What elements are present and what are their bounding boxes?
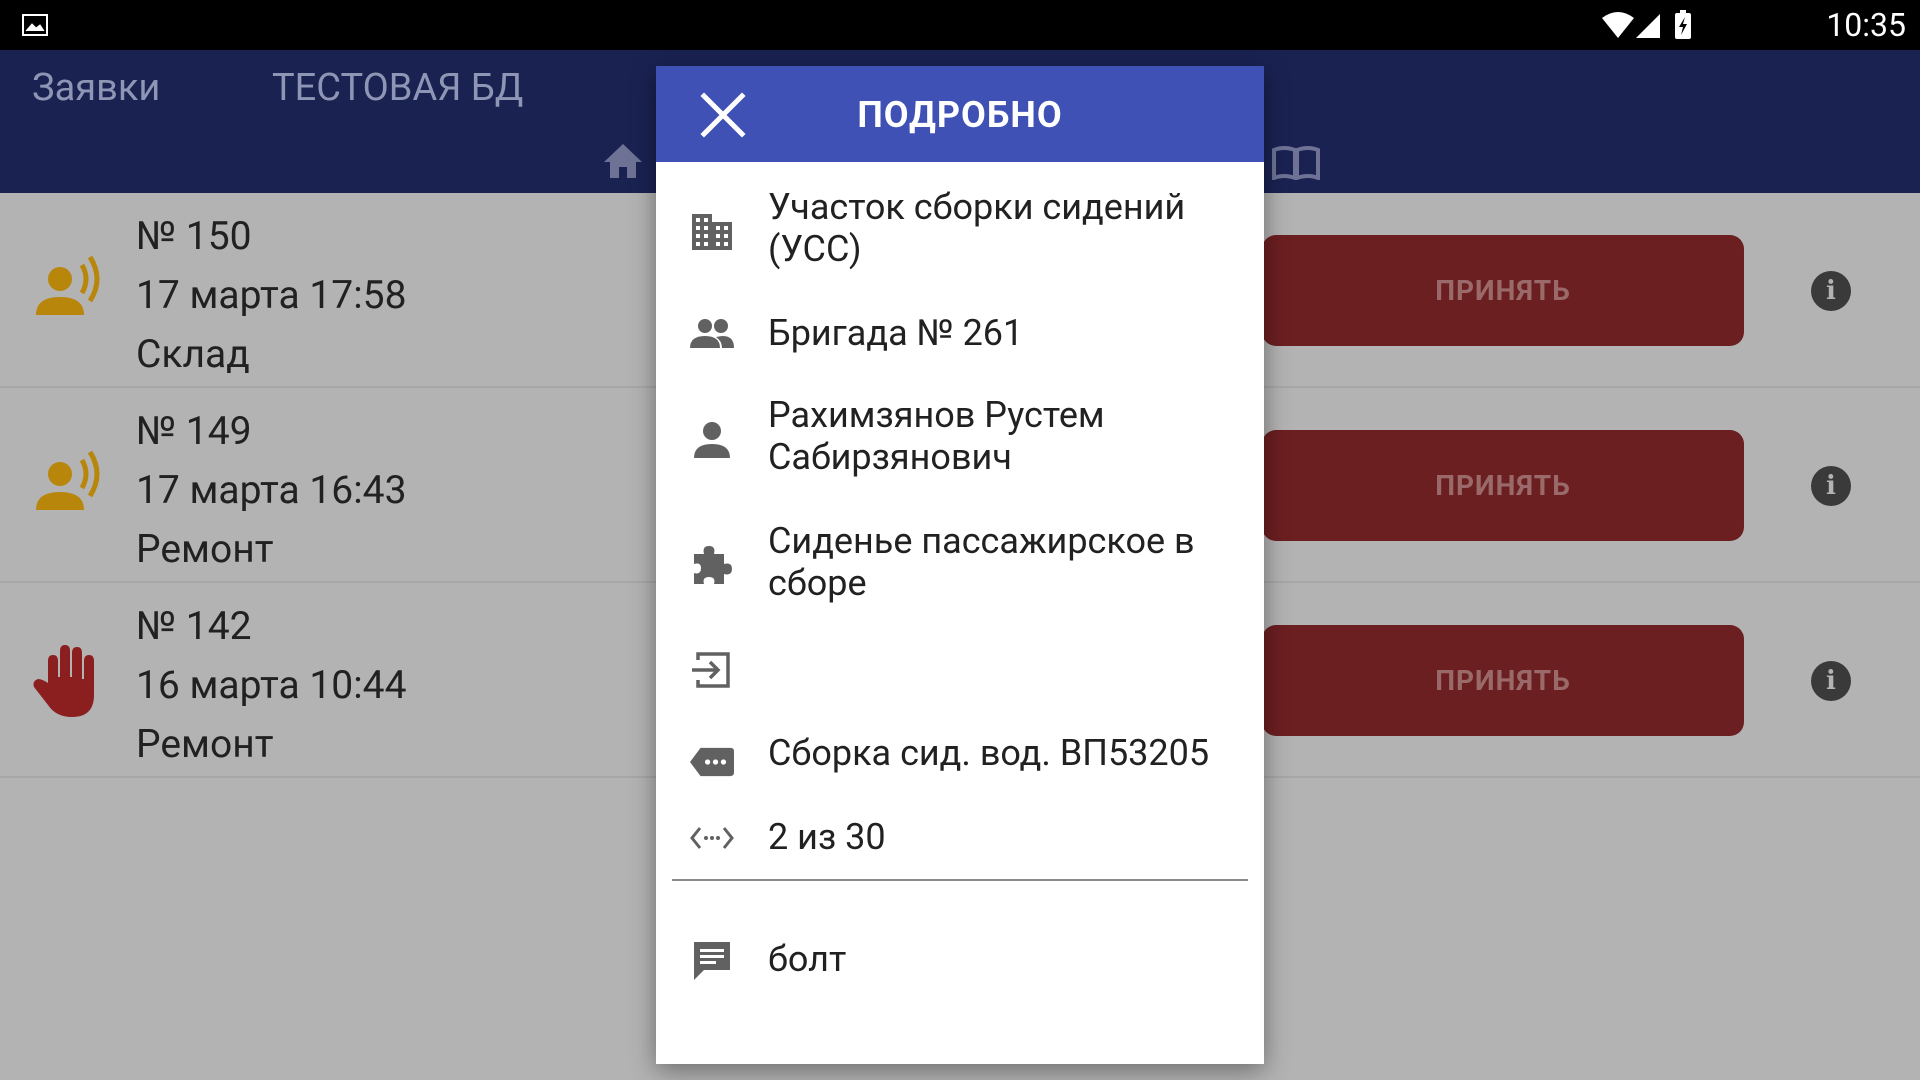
dialog-title: ПОДРОБНО <box>857 94 1063 136</box>
call-operator-icon <box>36 255 100 315</box>
info-icon[interactable]: i <box>1811 661 1851 701</box>
stop-hand-icon <box>33 645 94 717</box>
status-bar: 10:35 <box>0 0 1920 50</box>
request-datetime: 16 марта 10:44 <box>136 662 407 708</box>
home-icon[interactable] <box>602 142 644 180</box>
tab-test-db[interactable]: ТЕСТОВАЯ БД <box>272 66 523 110</box>
request-datetime: 17 марта 17:58 <box>136 272 407 318</box>
request-datetime: 17 марта 16:43 <box>136 467 407 513</box>
person-icon <box>694 422 730 458</box>
accept-button[interactable]: ПРИНЯТЬ <box>1262 430 1744 541</box>
operation-name: Сборка сид. вод. ВП53205 <box>768 732 1210 774</box>
info-icon[interactable]: i <box>1811 271 1851 311</box>
group-icon <box>690 319 734 348</box>
accept-button[interactable]: ПРИНЯТЬ <box>1262 235 1744 346</box>
accept-button[interactable]: ПРИНЯТЬ <box>1262 625 1744 736</box>
comment-icon <box>694 942 730 980</box>
request-number: № 142 <box>136 603 252 649</box>
request-type: Ремонт <box>136 526 274 572</box>
code-dots-icon <box>690 827 734 849</box>
request-info: № 150 17 марта 17:58 Склад <box>136 207 407 384</box>
dialog-header: ПОДРОБНО <box>656 66 1264 162</box>
details-dialog: ПОДРОБНО Участок сборки сидений (УСС) Бр… <box>656 66 1264 1064</box>
request-number: № 149 <box>136 408 252 454</box>
tab-requests[interactable]: Заявки <box>32 66 160 110</box>
request-type: Склад <box>136 331 250 377</box>
label-tag-icon <box>690 747 734 777</box>
system-status-icons <box>1602 10 1691 39</box>
part-name: Сиденье пассажирское в сборе <box>768 520 1195 604</box>
status-clock: 10:35 <box>1826 6 1906 44</box>
section-name: Участок сборки сидений (УСС) <box>768 186 1186 270</box>
gallery-notification-icon <box>22 14 48 36</box>
signal-icon <box>1636 14 1660 38</box>
call-operator-icon <box>36 450 100 510</box>
person-name: Рахимзянов Рустем Сабирзянович <box>768 394 1105 478</box>
wifi-icon <box>1602 12 1634 38</box>
progress-text: 2 из 30 <box>768 816 886 858</box>
battery-charging-icon <box>1675 10 1691 39</box>
request-info: № 142 16 марта 10:44 Ремонт <box>136 597 407 774</box>
request-number: № 150 <box>136 213 252 259</box>
divider <box>672 879 1248 881</box>
puzzle-icon <box>694 546 732 584</box>
request-type: Ремонт <box>136 721 274 767</box>
info-icon[interactable]: i <box>1811 466 1851 506</box>
comment-text: болт <box>768 938 847 980</box>
book-icon[interactable] <box>1272 144 1320 180</box>
request-info: № 149 17 марта 16:43 Ремонт <box>136 402 407 579</box>
exit-icon <box>692 652 730 688</box>
building-icon <box>692 214 732 250</box>
brigade-name: Бригада № 261 <box>768 312 1024 354</box>
